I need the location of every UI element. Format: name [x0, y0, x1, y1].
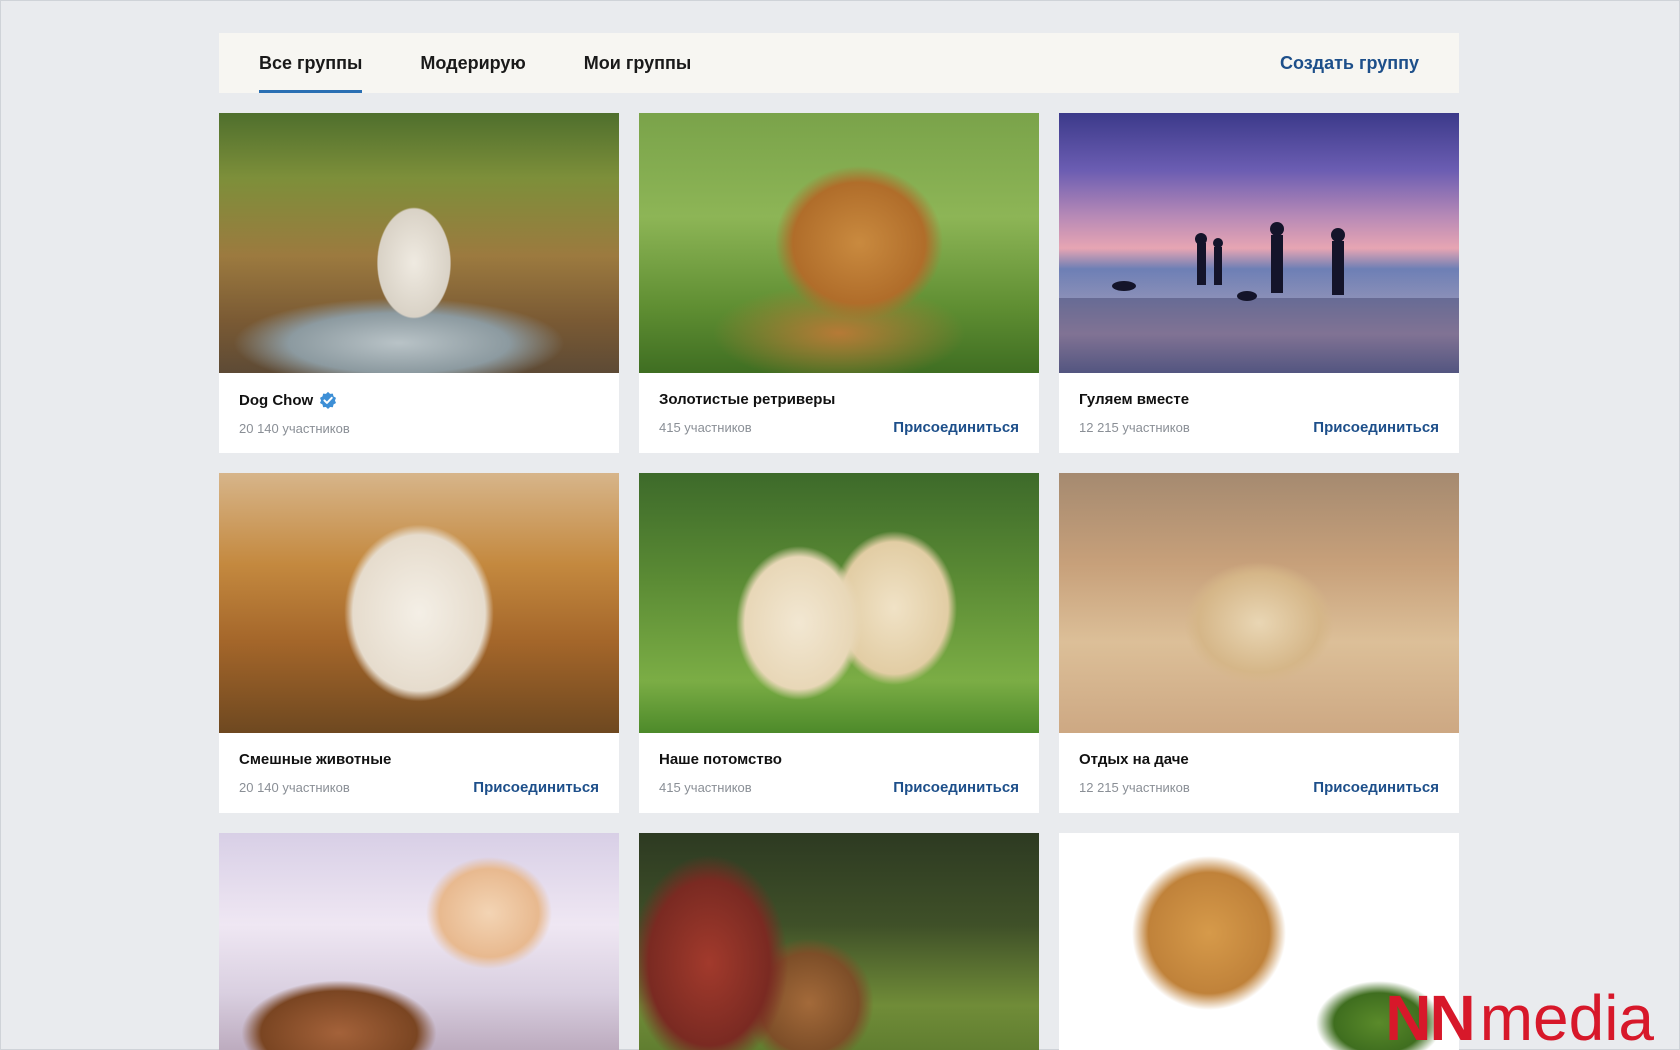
silhouettes-graphic — [1059, 222, 1459, 373]
group-card[interactable]: Dog Chow 20 140 участников — [219, 113, 619, 453]
join-group-button[interactable]: Присоединиться — [1313, 779, 1439, 796]
group-card[interactable] — [639, 833, 1039, 1050]
group-title[interactable]: Наше потомство — [659, 751, 782, 768]
group-card-info: Гуляем вместе 12 215 участников Присоеди… — [1059, 373, 1459, 453]
group-cover-image[interactable] — [1059, 473, 1459, 733]
join-group-button[interactable]: Присоединиться — [1313, 419, 1439, 436]
tab-my-groups[interactable]: Мои группы — [584, 33, 691, 93]
group-cover-image[interactable] — [219, 473, 619, 733]
group-card[interactable] — [219, 833, 619, 1050]
group-card[interactable]: Гуляем вместе 12 215 участников Присоеди… — [1059, 113, 1459, 453]
groups-tabs-bar: Все группы Модерирую Мои группы Создать … — [219, 33, 1459, 93]
create-group-link[interactable]: Создать группу — [1280, 33, 1419, 93]
join-group-button[interactable]: Присоединиться — [893, 419, 1019, 436]
group-card[interactable]: Смешные животные 20 140 участников Присо… — [219, 473, 619, 813]
group-title[interactable]: Гуляем вместе — [1079, 391, 1189, 408]
group-title-row: Гуляем вместе — [1079, 391, 1439, 408]
groups-page: Все группы Модерирую Мои группы Создать … — [219, 33, 1459, 1050]
group-title-row: Отдых на даче — [1079, 751, 1439, 768]
group-title-row: Смешные животные — [239, 751, 599, 768]
group-cover-image[interactable] — [639, 473, 1039, 733]
watermark-text: media — [1479, 982, 1654, 1050]
tab-moderating[interactable]: Модерирую — [420, 33, 525, 93]
group-title[interactable]: Золотистые ретриверы — [659, 391, 835, 408]
watermark-logo: NN — [1385, 982, 1475, 1050]
group-cover-image[interactable] — [639, 833, 1039, 1050]
groups-grid: Dog Chow 20 140 участников Золотистые ре… — [219, 113, 1459, 1050]
group-members-count: 20 140 участников — [239, 421, 350, 436]
group-cover-image[interactable] — [1059, 113, 1459, 373]
group-title[interactable]: Dog Chow — [239, 392, 313, 409]
group-cover-image[interactable] — [219, 833, 619, 1050]
group-card[interactable]: Отдых на даче 12 215 участников Присоеди… — [1059, 473, 1459, 813]
join-group-button[interactable]: Присоединиться — [893, 779, 1019, 796]
group-card-info: Dog Chow 20 140 участников — [219, 373, 619, 453]
group-card[interactable]: Золотистые ретриверы 415 участников Прис… — [639, 113, 1039, 453]
group-title-row: Dog Chow — [239, 391, 599, 409]
group-card-info: Смешные животные 20 140 участников Присо… — [219, 733, 619, 813]
group-title-row: Наше потомство — [659, 751, 1019, 768]
group-card-info: Отдых на даче 12 215 участников Присоеди… — [1059, 733, 1459, 813]
group-title[interactable]: Отдых на даче — [1079, 751, 1189, 768]
group-title-row: Золотистые ретриверы — [659, 391, 1019, 408]
group-card-info: Наше потомство 415 участников Присоедини… — [639, 733, 1039, 813]
tab-all-groups[interactable]: Все группы — [259, 33, 363, 93]
verified-badge-icon — [320, 391, 337, 409]
join-group-button[interactable]: Присоединиться — [473, 779, 599, 796]
group-card[interactable]: Наше потомство 415 участников Присоедини… — [639, 473, 1039, 813]
group-cover-image[interactable] — [219, 113, 619, 373]
nn-media-watermark: NN media — [1385, 974, 1654, 1050]
group-title[interactable]: Смешные животные — [239, 751, 391, 768]
group-cover-image[interactable] — [639, 113, 1039, 373]
group-card-info: Золотистые ретриверы 415 участников Прис… — [639, 373, 1039, 453]
